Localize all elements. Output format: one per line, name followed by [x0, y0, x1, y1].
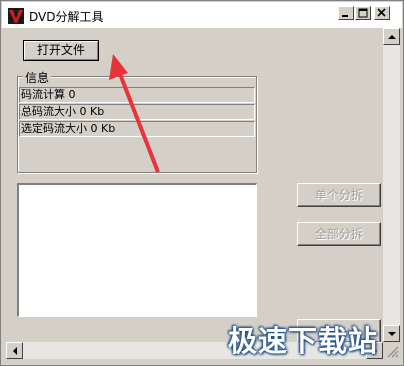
site-watermark: 极速下载站 [228, 324, 379, 358]
annotation-arrow [109, 54, 160, 173]
arrow-shaft [118, 73, 160, 173]
arrow-head-icon [109, 54, 128, 80]
